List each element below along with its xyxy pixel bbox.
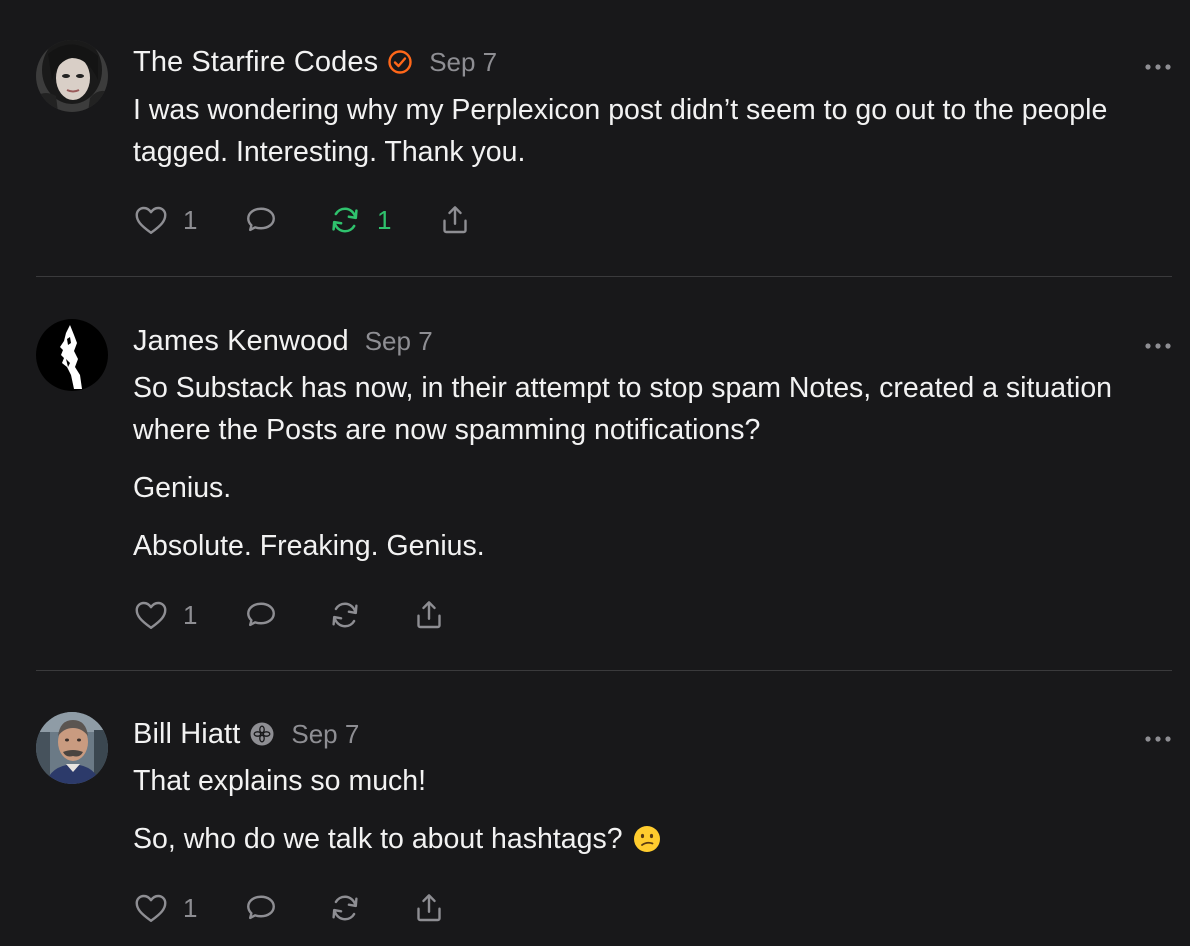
- divider: [36, 670, 1172, 671]
- restack-button[interactable]: [327, 595, 363, 635]
- more-options-icon[interactable]: [1144, 58, 1172, 70]
- more-options-icon[interactable]: [1144, 337, 1172, 349]
- share-button[interactable]: [411, 888, 447, 928]
- share-icon: [443, 206, 467, 234]
- like-button[interactable]: 1: [133, 888, 197, 928]
- note-paragraph: That explains so much!: [133, 765, 427, 797]
- note-actions: 1: [133, 888, 533, 928]
- note-date[interactable]: Sep 7: [365, 326, 433, 357]
- note-header: James Kenwood Sep 7: [133, 323, 433, 359]
- orange-check-badge-icon: [387, 49, 413, 75]
- restack-icon: [332, 207, 358, 233]
- like-count: 1: [183, 892, 198, 923]
- avatar[interactable]: [36, 712, 108, 784]
- note-paragraph: So, who do we talk to about hashtags?: [133, 818, 1133, 860]
- comment-bubble-icon: [247, 207, 275, 232]
- gray-flower-badge-icon: [249, 721, 275, 747]
- like-button[interactable]: 1: [133, 200, 197, 240]
- heart-icon: [135, 894, 167, 922]
- author-name[interactable]: James Kenwood: [133, 325, 349, 358]
- restack-icon: [332, 895, 358, 921]
- comment-button[interactable]: [243, 200, 279, 240]
- more-options-icon[interactable]: [1144, 730, 1172, 742]
- note-item: Bill Hiatt Sep 7 That explains so much! …: [36, 712, 1172, 942]
- note-item: James Kenwood Sep 7 So Substack has now,…: [36, 319, 1172, 639]
- note-header: The Starfire Codes Sep 7: [133, 44, 497, 80]
- note-body: I was wondering why my Perplexicon post …: [133, 89, 1133, 173]
- note-paragraph: Genius.: [133, 472, 232, 504]
- restack-button[interactable]: 1: [327, 200, 391, 240]
- restack-count: 1: [377, 204, 392, 235]
- share-icon: [417, 894, 441, 922]
- note-item: The Starfire Codes Sep 7 I was wondering…: [36, 40, 1172, 245]
- comment-bubble-icon: [247, 602, 275, 627]
- comment-bubble-icon: [247, 895, 275, 920]
- note-date[interactable]: Sep 7: [291, 719, 359, 750]
- share-button[interactable]: [411, 595, 447, 635]
- restack-button[interactable]: [327, 888, 363, 928]
- heart-icon: [135, 601, 167, 629]
- comment-button[interactable]: [243, 595, 279, 635]
- comment-button[interactable]: [243, 888, 279, 928]
- like-button[interactable]: 1: [133, 595, 197, 635]
- note-body: That explains so much! So, who do we tal…: [133, 760, 1133, 860]
- share-button[interactable]: [437, 200, 473, 240]
- note-body: So Substack has now, in their attempt to…: [133, 367, 1133, 567]
- note-paragraph: I was wondering why my Perplexicon post …: [133, 94, 1108, 168]
- note-date[interactable]: Sep 7: [429, 47, 497, 78]
- note-paragraph: So Substack has now, in their attempt to…: [133, 372, 1113, 446]
- note-actions: 1: [133, 595, 533, 635]
- author-name[interactable]: Bill Hiatt: [133, 718, 240, 751]
- like-count: 1: [183, 204, 198, 235]
- note-paragraph: Absolute. Freaking. Genius.: [133, 530, 485, 562]
- like-count: 1: [183, 599, 198, 630]
- note-actions: 1 1: [133, 200, 533, 240]
- share-icon: [417, 601, 441, 629]
- note-header: Bill Hiatt Sep 7: [133, 716, 359, 752]
- author-name[interactable]: The Starfire Codes: [133, 46, 378, 79]
- heart-icon: [135, 206, 167, 234]
- confused-face-emoji: [633, 823, 661, 852]
- avatar[interactable]: [36, 319, 108, 391]
- restack-icon: [332, 602, 358, 628]
- avatar[interactable]: [36, 40, 108, 112]
- divider: [36, 276, 1172, 277]
